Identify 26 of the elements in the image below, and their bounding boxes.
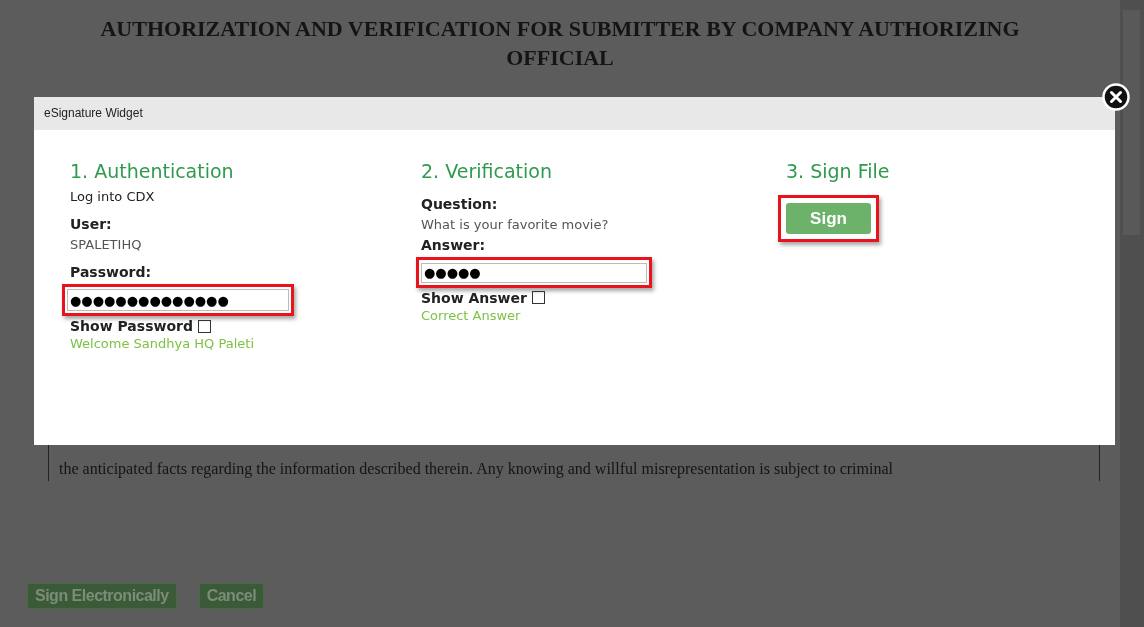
sign-electronically-button[interactable]: Sign Electronically xyxy=(27,583,177,609)
question-text: What is your favorite movie? xyxy=(421,217,609,232)
close-icon[interactable] xyxy=(1101,82,1131,112)
show-password-checkbox[interactable] xyxy=(197,319,211,333)
answer-label: Answer: xyxy=(421,237,486,253)
show-answer-checkbox[interactable] xyxy=(531,291,545,304)
user-label: User: xyxy=(70,216,112,232)
show-password-label: Show Password xyxy=(70,318,193,334)
dialog-title: eSignature Widget xyxy=(34,97,1115,130)
show-answer-label: Show Answer xyxy=(421,289,527,306)
section-heading: 2. Verification xyxy=(421,159,552,183)
page-title: AUTHORIZATION AND VERIFICATION FOR SUBMITTER BY COMPANY AUTHORIZING OFFICIAL xyxy=(99,15,1021,72)
password-label: Password: xyxy=(70,264,152,280)
status-message: Welcome Sandhya HQ Paleti xyxy=(70,336,255,351)
status-message: Correct Answer xyxy=(421,307,521,323)
intro-text: Log into CDX xyxy=(70,189,155,204)
section-heading: 3. Sign File xyxy=(786,159,890,183)
password-field[interactable]: ●●●●●●●●●●●●●● xyxy=(62,284,294,316)
answer-field[interactable]: ●●●●● xyxy=(416,257,652,288)
user-value: SPALETIHQ xyxy=(70,237,142,252)
cancel-button[interactable]: Cancel xyxy=(198,583,265,609)
sign-button[interactable]: Sign xyxy=(786,203,871,234)
statement-text: the anticipated facts regarding the information described therein. Any knowing and willful misrepresentation is subject to criminal xyxy=(59,460,894,478)
section-heading: 1. Authentication xyxy=(70,159,234,183)
scrollbar-thumb[interactable] xyxy=(1123,10,1140,235)
question-label: Question: xyxy=(421,196,498,212)
